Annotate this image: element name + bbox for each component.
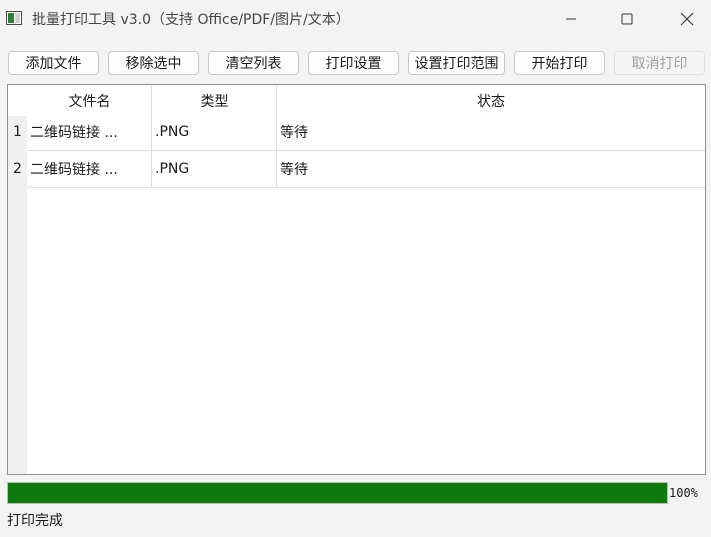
progress-bar bbox=[7, 482, 668, 504]
row-divider bbox=[27, 187, 705, 188]
column-header-filename[interactable]: 文件名 bbox=[27, 85, 152, 116]
column-header-status[interactable]: 状态 bbox=[277, 85, 705, 116]
table-cell-type[interactable]: .PNG bbox=[155, 151, 273, 187]
progress-text: 100% bbox=[669, 486, 698, 500]
window-title: 批量打印工具 v3.0（支持 Office/PDF/图片/文本） bbox=[32, 12, 350, 28]
file-table[interactable]: 文件名 类型 状态 1 二维码链接 ... .PNG 等待 2 二维码链接 ..… bbox=[7, 84, 706, 475]
table-cell-filename[interactable]: 二维码链接 ... bbox=[30, 151, 148, 187]
status-text: 打印完成 bbox=[7, 513, 63, 529]
column-header: 文件名 类型 状态 bbox=[8, 85, 705, 116]
app-icon bbox=[6, 11, 22, 25]
maximize-button[interactable] bbox=[604, 0, 650, 38]
clear-list-button[interactable]: 清空列表 bbox=[208, 51, 299, 75]
table-cell-type[interactable]: .PNG bbox=[155, 114, 273, 150]
progress-fill bbox=[8, 483, 667, 503]
table-cell-status[interactable]: 等待 bbox=[280, 114, 700, 150]
maximize-icon bbox=[621, 13, 633, 25]
start-print-button[interactable]: 开始打印 bbox=[514, 51, 605, 75]
table-cell-status[interactable]: 等待 bbox=[280, 151, 700, 187]
add-files-button[interactable]: 添加文件 bbox=[8, 51, 99, 75]
close-icon bbox=[680, 12, 694, 26]
minimize-button[interactable] bbox=[548, 0, 594, 38]
close-button[interactable] bbox=[664, 0, 710, 38]
row-number: 1 bbox=[13, 124, 22, 140]
remove-selected-button[interactable]: 移除选中 bbox=[108, 51, 199, 75]
column-divider bbox=[276, 85, 277, 188]
title-bar: 批量打印工具 v3.0（支持 Office/PDF/图片/文本） bbox=[0, 0, 711, 38]
column-divider bbox=[151, 85, 152, 188]
row-number: 2 bbox=[13, 161, 22, 177]
column-header-type[interactable]: 类型 bbox=[152, 85, 277, 116]
print-settings-button[interactable]: 打印设置 bbox=[308, 51, 399, 75]
table-cell-filename[interactable]: 二维码链接 ... bbox=[30, 114, 148, 150]
minimize-icon bbox=[566, 18, 576, 20]
set-print-range-button[interactable]: 设置打印范围 bbox=[408, 51, 505, 75]
cancel-print-button: 取消打印 bbox=[614, 51, 705, 75]
